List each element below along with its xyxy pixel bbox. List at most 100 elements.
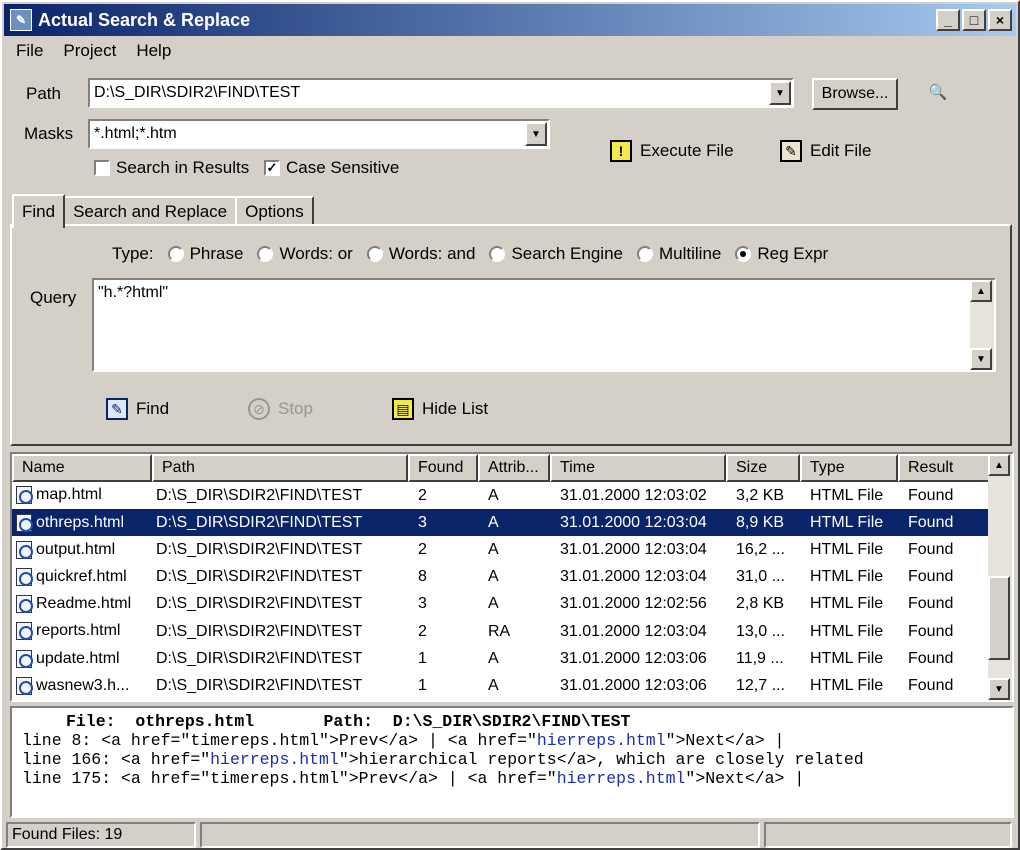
find-icon: ✎ [106,398,128,420]
table-row[interactable]: reports.html D:\S_DIR\SDIR2\FIND\TEST 2 RA 3… [12,618,990,645]
cell-found: 2 [418,486,427,504]
preview-file: othreps.html [135,712,255,731]
column-type[interactable]: Type [800,454,898,482]
hide-list-button[interactable]: ▤ Hide List [392,398,488,420]
table-row[interactable]: output.html D:\S_DIR\SDIR2\FIND\TEST 2 A 31.… [12,536,990,563]
html-file-icon [16,513,33,532]
column-size[interactable]: Size [726,454,800,482]
cell-path: D:\S_DIR\SDIR2\FIND\TEST [156,486,363,504]
check-icon: ✓ [264,160,280,176]
case-sensitive-checkbox[interactable]: ✓ Case Sensitive [264,158,399,178]
table-row[interactable]: map.html D:\S_DIR\SDIR2\FIND\TEST 2 A 31.01.… [12,482,990,509]
cell-path: D:\S_DIR\SDIR2\FIND\TEST [156,622,363,640]
cell-type: HTML File [810,568,884,586]
masks-label: Masks [24,124,74,143]
column-path[interactable]: Path [152,454,408,482]
column-result[interactable]: Result [898,454,990,482]
cell-name: quickref.html [12,568,152,587]
stop-icon: ⊘ [248,398,270,420]
column-found[interactable]: Found [408,454,478,482]
cell-path: D:\S_DIR\SDIR2\FIND\TEST [156,595,363,613]
cell-type: HTML File [810,513,884,531]
find-tab-panel: Type: Phrase Words: or Words: and Search… [10,224,1012,446]
radio-words-and[interactable]: Words: and [366,244,475,264]
cell-time: 31.01.2000 12:03:04 [560,568,707,586]
radio-search-engine[interactable]: Search Engine [489,244,623,264]
table-row[interactable]: othreps.html D:\S_DIR\SDIR2\FIND\TEST 3 A 31… [12,509,990,537]
hide-list-label: Hide List [422,399,489,418]
execute-file-icon: ! [610,140,632,162]
execute-file-button[interactable]: ! Execute File [610,140,734,162]
table-row[interactable]: update.html D:\S_DIR\SDIR2\FIND\TEST 1 A 31.… [12,645,990,672]
preview-line: line 166: <a href="hierreps.html">hierar… [22,750,864,769]
edit-file-button[interactable]: ✎ Edit File [780,140,871,162]
chevron-down-icon[interactable]: ▼ [769,81,791,105]
find-button[interactable]: ✎ Find [106,398,169,420]
cell-path: D:\S_DIR\SDIR2\FIND\TEST [156,540,363,558]
stop-button[interactable]: ⊘ Stop [248,398,313,420]
menu-project[interactable]: Project [53,41,126,61]
cell-name: update.html [12,649,152,668]
menu-bar: File Project Help [6,38,181,64]
table-row[interactable]: quickref.html D:\S_DIR\SDIR2\FIND\TEST 8 A 3… [12,564,990,591]
radio-phrase[interactable]: Phrase [167,244,243,264]
cell-size: 8,9 KB [736,513,785,531]
tab-options[interactable]: Options [235,196,314,226]
cell-type: HTML File [810,622,884,640]
column-attrib[interactable]: Attrib... [478,454,550,482]
cell-attrib: A [488,513,499,531]
cell-name: output.html [12,540,152,559]
scroll-up-icon[interactable]: ▲ [988,454,1010,476]
radio-reg-expr[interactable]: Reg Expr [735,244,828,264]
table-row[interactable]: wasnew3.h... D:\S_DIR\SDIR2\FIND\TEST 1 A 31… [12,672,990,699]
cell-found: 2 [418,540,427,558]
radio-multiline[interactable]: Multiline [637,244,721,264]
cell-size: 13,0 ... [736,622,785,640]
scroll-thumb[interactable] [988,576,1010,660]
query-textarea[interactable]: "h.*?html" ▲ ▼ [92,278,996,372]
path-combo[interactable]: D:\S_DIR\SDIR2\FIND\TEST ▼ [88,78,794,108]
list-scrollbar[interactable]: ▲ ▼ [988,454,1012,700]
maximize-button[interactable]: □ [962,9,986,31]
edit-file-label: Edit File [810,141,872,160]
scroll-down-icon[interactable]: ▼ [988,678,1010,700]
browse-button[interactable]: Browse... [812,78,898,110]
search-icon[interactable]: 🔍 [924,80,952,104]
chevron-down-icon[interactable]: ▼ [525,122,547,146]
cell-name: reports.html [12,622,152,641]
tab-strip: Find Search and Replace Options [12,192,314,228]
masks-combo[interactable]: *.html;*.htm ▼ [88,119,550,149]
cell-time: 31.01.2000 12:03:02 [560,486,707,504]
cell-attrib: A [488,649,499,667]
cell-attrib: A [488,676,499,694]
cell-path: D:\S_DIR\SDIR2\FIND\TEST [156,513,363,531]
scroll-down-icon[interactable]: ▼ [970,348,992,370]
cell-found: 1 [418,649,427,667]
minimize-button[interactable]: _ [936,9,960,31]
column-name[interactable]: Name [12,454,152,482]
search-in-results-label: Search in Results [116,158,250,177]
query-scrollbar[interactable]: ▲ ▼ [970,280,994,370]
execute-file-label: Execute File [640,141,734,160]
query-text: "h.*?html" [98,284,169,301]
scroll-up-icon[interactable]: ▲ [970,280,992,302]
search-in-results-checkbox[interactable]: Search in Results [94,158,249,178]
column-time[interactable]: Time [550,454,726,482]
radio-words-or[interactable]: Words: or [257,244,353,264]
menu-file[interactable]: File [6,41,53,61]
cell-result: Found [908,622,954,640]
status-found-files: Found Files: 19 [6,822,196,848]
title-bar[interactable]: ✎ Actual Search & Replace _ □ × [4,4,1016,36]
cell-attrib: A [488,568,499,586]
menu-help[interactable]: Help [126,41,181,61]
html-file-icon [16,568,33,587]
table-row[interactable]: Readme.html D:\S_DIR\SDIR2\FIND\TEST 3 A 31.… [12,591,990,618]
tab-search-and-replace[interactable]: Search and Replace [63,196,238,226]
cell-result: Found [908,676,954,694]
tab-find[interactable]: Find [12,194,66,228]
main-window: ✎ Actual Search & Replace _ □ × File Pro… [0,0,1020,850]
close-button[interactable]: × [988,9,1012,31]
table-header: Name Path Found Attrib... Time Size Type… [12,454,990,482]
cell-size: 11,9 ... [736,649,784,667]
cell-time: 31.01.2000 12:02:56 [560,595,707,613]
